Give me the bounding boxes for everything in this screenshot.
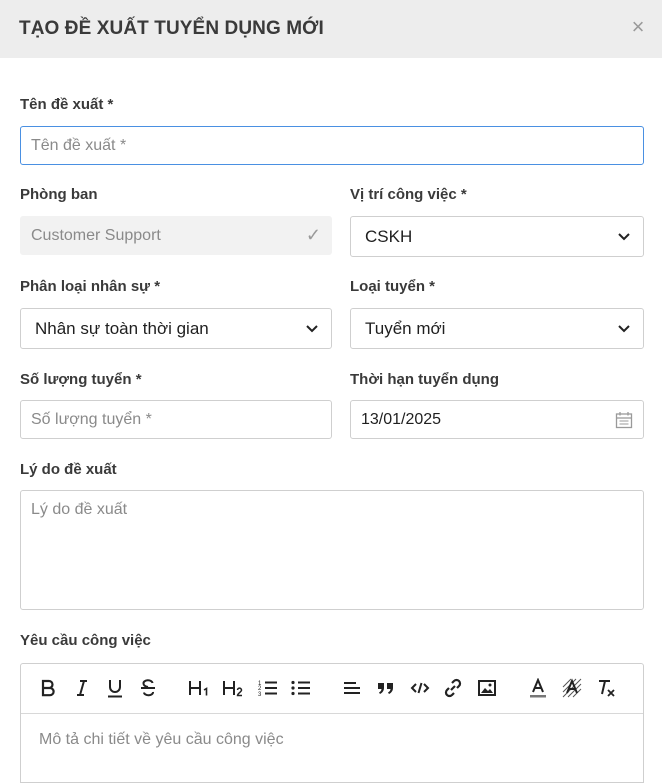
highlight-icon[interactable] (561, 677, 583, 699)
requirements-editor: 123 Mô tả chi tiết về yêu cầu công việc (20, 663, 644, 783)
calendar-icon[interactable] (615, 411, 633, 429)
close-icon[interactable]: × (628, 15, 648, 39)
recruit-type-value: Tuyển mới (365, 318, 446, 338)
proposal-name-input[interactable] (20, 126, 644, 165)
chevron-down-icon (306, 324, 318, 332)
text-color-icon[interactable] (527, 677, 549, 699)
department-value: Customer Support (31, 226, 161, 244)
chevron-down-icon (618, 232, 630, 240)
deadline-value: 13/01/2025 (361, 410, 442, 428)
reason-textarea[interactable] (20, 490, 644, 610)
proposal-name-label: Tên đề xuất * (20, 96, 114, 113)
staff-type-value: Nhân sự toàn thời gian (35, 318, 209, 338)
position-value: CSKH (365, 226, 413, 246)
chevron-down-icon (618, 324, 630, 332)
bold-icon[interactable] (37, 677, 59, 699)
heading-1-icon[interactable] (188, 677, 212, 699)
position-select[interactable]: CSKH (350, 216, 644, 257)
clear-format-icon[interactable] (595, 677, 617, 699)
deadline-label: Thời hạn tuyển dụng (350, 371, 499, 388)
underline-icon[interactable] (104, 677, 126, 699)
dialog-title: TẠO ĐỀ XUẤT TUYỂN DỤNG MỚI (19, 18, 324, 39)
italic-icon[interactable] (71, 677, 93, 699)
department-label: Phòng ban (20, 186, 98, 203)
align-left-icon[interactable] (341, 677, 363, 699)
heading-2-icon[interactable] (222, 677, 246, 699)
dialog-header: TẠO ĐỀ XUẤT TUYỂN DỤNG MỚI × (0, 0, 662, 58)
code-icon[interactable] (409, 677, 431, 699)
quantity-input[interactable] (20, 400, 332, 439)
check-icon: ✓ (305, 225, 321, 245)
recruit-type-label: Loại tuyển * (350, 278, 436, 295)
blockquote-icon[interactable] (375, 677, 397, 699)
staff-type-label: Phân loại nhân sự * (20, 278, 161, 295)
requirements-label: Yêu cầu công việc (20, 632, 151, 649)
position-label: Vị trí công việc * (350, 186, 467, 203)
quantity-label: Số lượng tuyển * (20, 371, 142, 388)
deadline-date-input[interactable]: 13/01/2025 (350, 400, 644, 439)
editor-toolbar: 123 (21, 664, 643, 714)
link-icon[interactable] (442, 677, 464, 699)
reason-label: Lý do đề xuất (20, 461, 117, 478)
recruit-type-select[interactable]: Tuyển mới (350, 308, 644, 349)
staff-type-select[interactable]: Nhân sự toàn thời gian (20, 308, 332, 349)
department-field: Customer Support ✓ (20, 216, 332, 255)
image-icon[interactable] (476, 677, 498, 699)
bullet-list-icon[interactable] (290, 677, 312, 699)
requirements-editor-input[interactable]: Mô tả chi tiết về yêu cầu công việc (21, 714, 643, 766)
ordered-list-icon[interactable]: 123 (257, 677, 279, 699)
svg-text:3: 3 (258, 692, 262, 697)
strikethrough-icon[interactable] (137, 677, 159, 699)
